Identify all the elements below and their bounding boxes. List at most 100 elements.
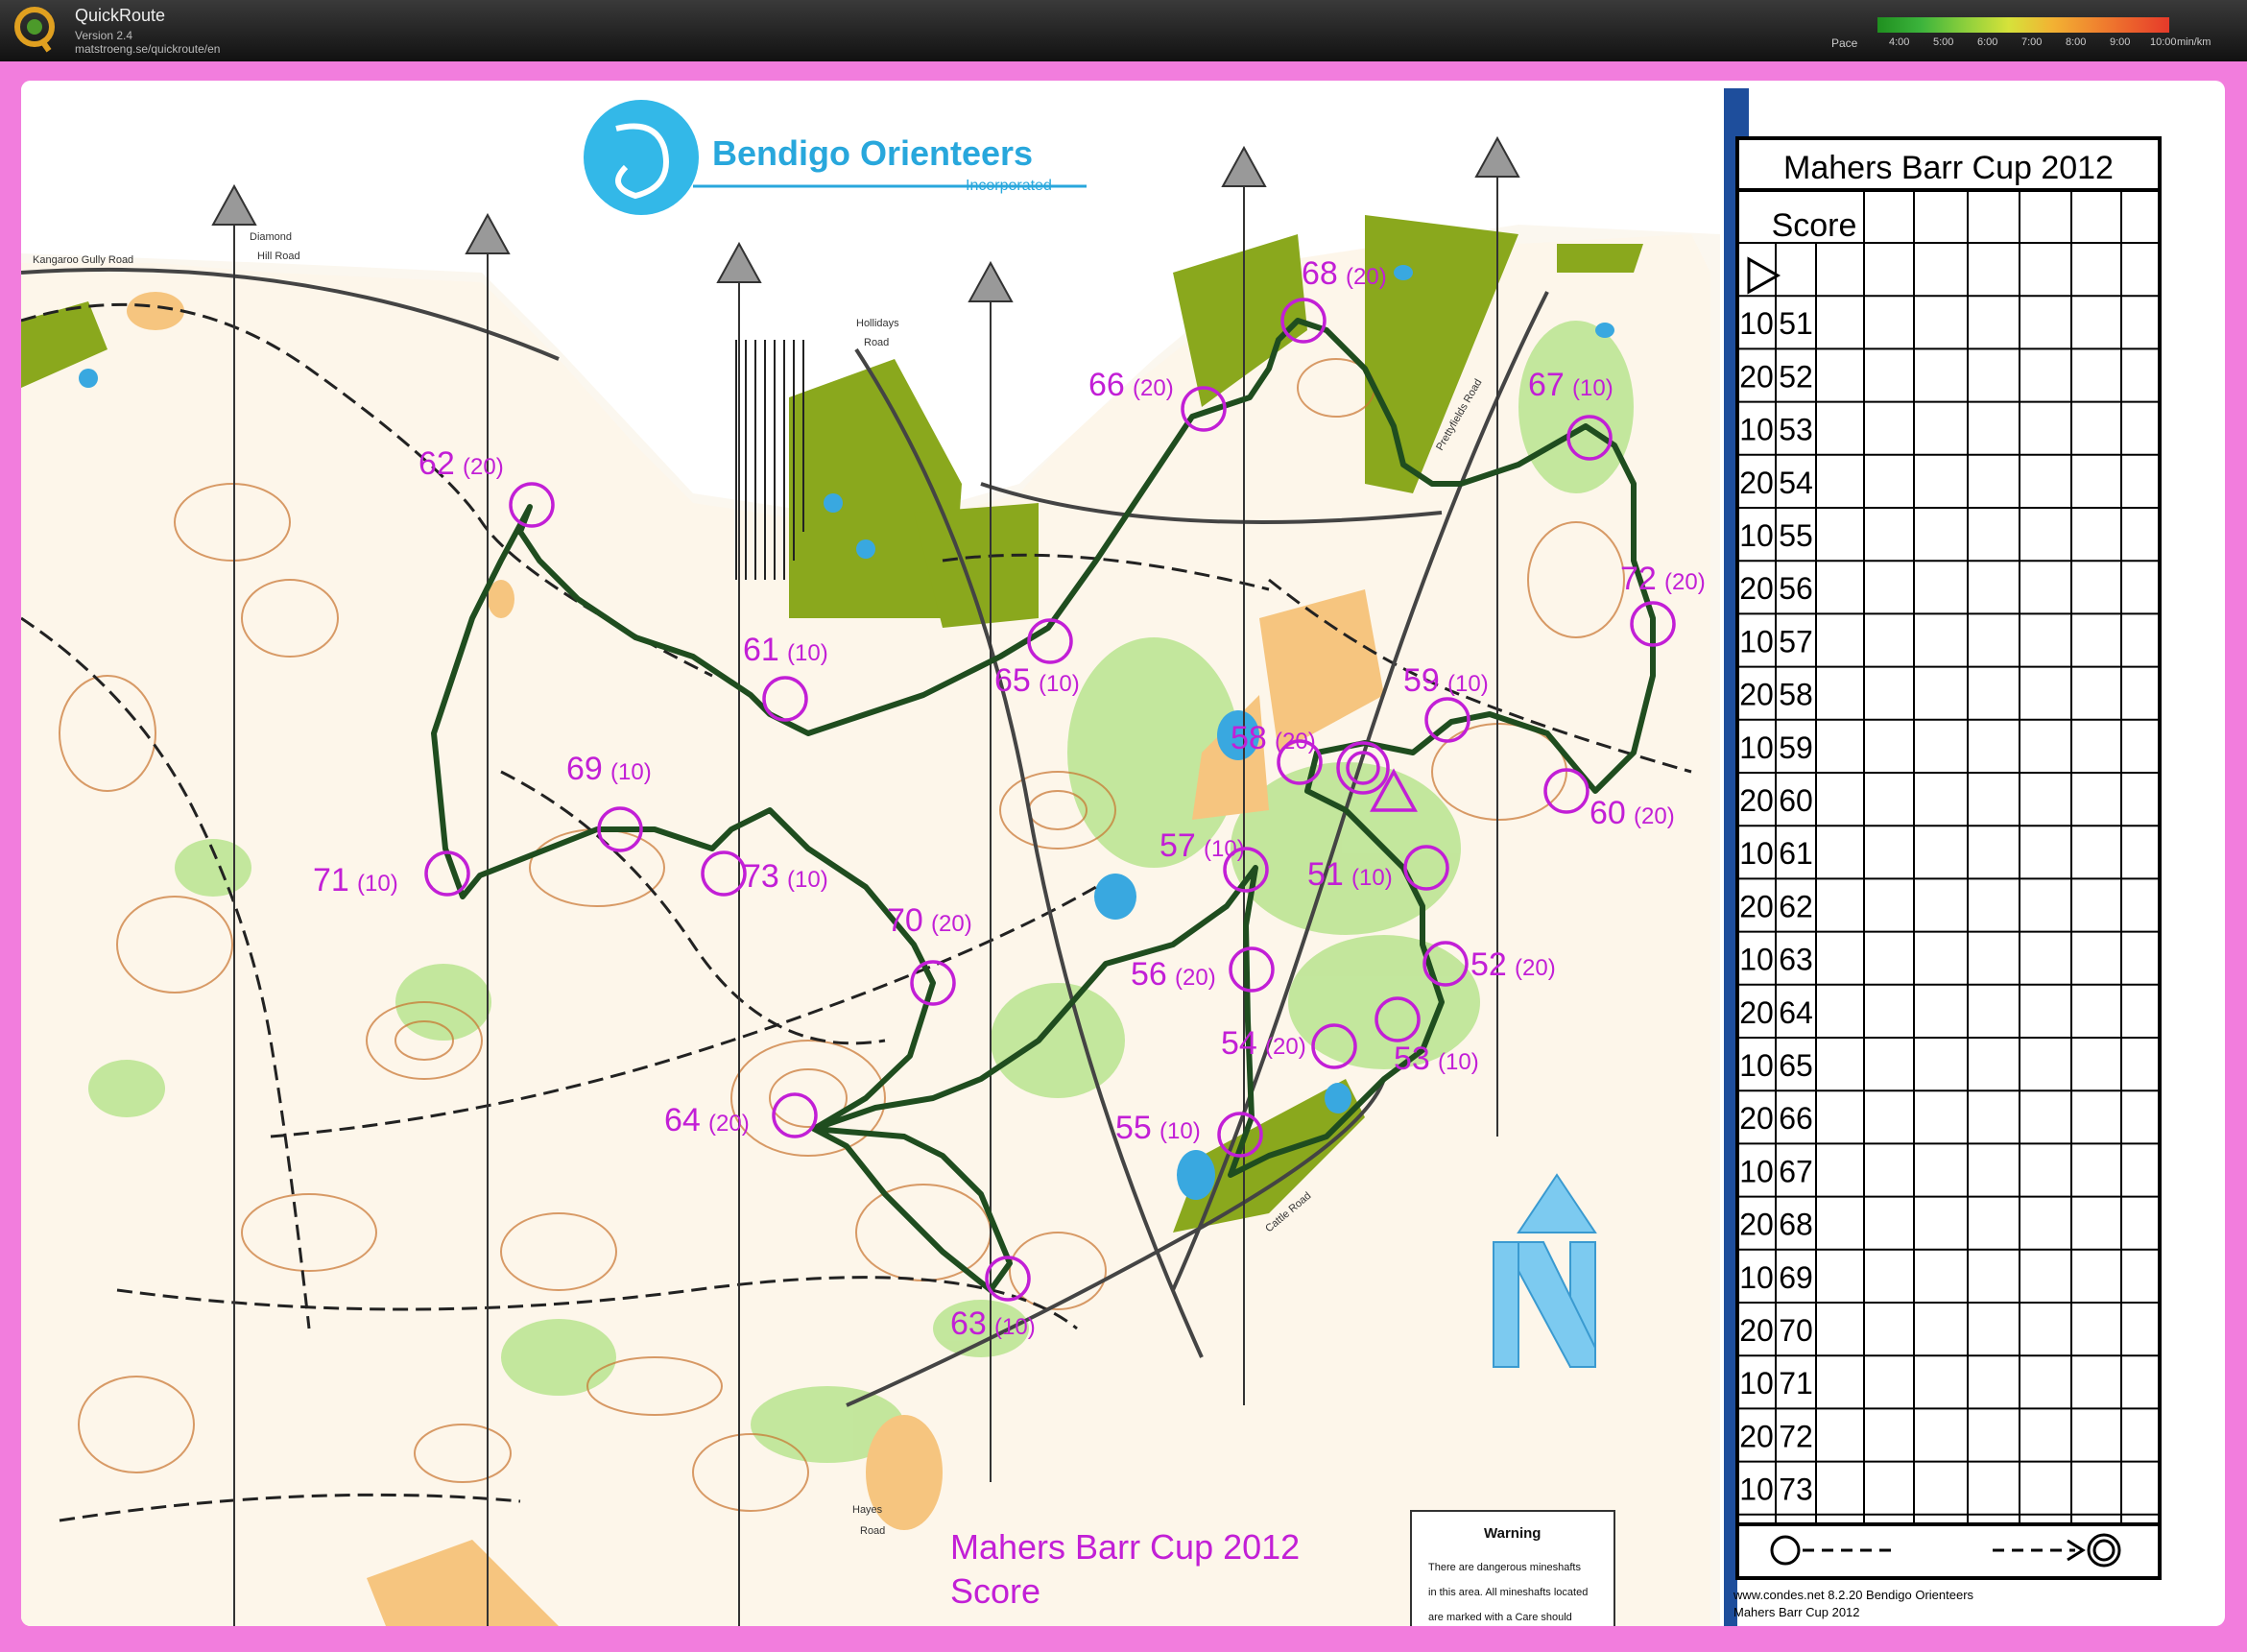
- app-title: QuickRoute: [75, 6, 165, 26]
- control-points: (10): [787, 640, 828, 666]
- pace-tick: 5:00: [1933, 36, 1953, 48]
- card-control-code: 70: [1779, 1313, 1813, 1348]
- card-control-code: 61: [1779, 836, 1813, 871]
- road-label-hayes: Road: [860, 1525, 885, 1537]
- card-points: 10: [1739, 1260, 1774, 1295]
- card-control-code: 51: [1779, 306, 1813, 341]
- card-control-code: 65: [1779, 1048, 1813, 1083]
- card-control-code: 55: [1779, 518, 1813, 553]
- control-points: (10): [1039, 671, 1080, 697]
- card-control-code: 59: [1779, 730, 1813, 765]
- control-points: (10): [1447, 671, 1489, 697]
- card-points: 20: [1739, 359, 1774, 394]
- control-points: (20): [1664, 569, 1706, 595]
- warning-text: are marked with a Care should: [1428, 1612, 1572, 1623]
- card-control-code: 73: [1779, 1472, 1813, 1507]
- control-points: (10): [357, 871, 398, 897]
- control-points: (10): [1572, 375, 1614, 401]
- control-code: 61: [743, 632, 779, 668]
- control-points: (20): [1634, 803, 1675, 829]
- pace-color-scale: [1877, 17, 2169, 33]
- seahorse-logo-icon: [584, 100, 699, 215]
- card-control-code: 54: [1779, 466, 1813, 500]
- card-points: 20: [1739, 466, 1774, 500]
- card-control-code: 64: [1779, 995, 1813, 1030]
- control-code: 69: [566, 751, 603, 787]
- control-code: 63: [950, 1305, 987, 1342]
- card-control-code: 58: [1779, 678, 1813, 712]
- control-points: (10): [1204, 836, 1245, 862]
- score-card: Mahers Barr Cup 2012 Score 1051205210532…: [1724, 88, 2160, 1626]
- control-code: 66: [1088, 367, 1125, 403]
- road-label-kangaroo: Kangaroo Gully Road: [33, 254, 133, 266]
- control-code: 65: [994, 662, 1031, 699]
- card-control-code: 52: [1779, 359, 1813, 394]
- map-subtitle: Score: [950, 1571, 1040, 1611]
- orienteering-map[interactable]: 51 (10) 52 (20) 53 (10) 54 (20) 55 (10) 56 (20…: [21, 81, 2225, 1626]
- card-points: 10: [1739, 624, 1774, 658]
- card-control-code: 56: [1779, 571, 1813, 606]
- control-code: 73: [743, 858, 779, 895]
- card-points: 10: [1739, 413, 1774, 447]
- pace-tick: 8:00: [2066, 36, 2086, 48]
- control-points: (10): [610, 759, 652, 785]
- card-points: 10: [1739, 1154, 1774, 1188]
- card-control-code: 62: [1779, 889, 1813, 923]
- app-version: Version 2.4: [75, 29, 132, 42]
- pace-tick: 10:00: [2150, 36, 2177, 48]
- control-code: 67: [1528, 367, 1565, 403]
- control-points: (20): [1515, 955, 1556, 981]
- road-label-hollidays: Hollidays: [856, 318, 899, 329]
- control-code: 64: [664, 1102, 701, 1138]
- card-points: 10: [1739, 1048, 1774, 1083]
- road-label-hayes: Hayes: [852, 1504, 883, 1516]
- card-points: 20: [1739, 1419, 1774, 1453]
- control-points: (20): [1175, 965, 1216, 991]
- control-code: 56: [1131, 956, 1167, 993]
- card-points: 10: [1739, 1366, 1774, 1401]
- warning-text: There are dangerous mineshafts: [1428, 1562, 1581, 1573]
- card-control-code: 72: [1779, 1419, 1813, 1453]
- card-control-code: 69: [1779, 1260, 1813, 1295]
- control-code: 59: [1403, 662, 1440, 699]
- control-points: (20): [463, 454, 504, 480]
- road-label-diamond: Diamond: [250, 231, 292, 243]
- control-code: 62: [418, 445, 455, 482]
- warning-box: Warning There are dangerous mineshafts i…: [1411, 1511, 1614, 1626]
- card-points: 10: [1739, 943, 1774, 977]
- control-code: 60: [1590, 795, 1626, 831]
- control-points: (20): [1265, 1034, 1306, 1060]
- pace-tick: 4:00: [1889, 36, 1909, 48]
- card-points: 10: [1739, 730, 1774, 765]
- card-control-code: 67: [1779, 1154, 1813, 1188]
- pace-unit: min/km: [2177, 36, 2211, 48]
- card-control-code: 60: [1779, 783, 1813, 818]
- control-code: 53: [1394, 1041, 1430, 1077]
- card-control-code: 63: [1779, 943, 1813, 977]
- card-control-code: 53: [1779, 413, 1813, 447]
- card-points: 20: [1739, 995, 1774, 1030]
- control-points: (10): [994, 1314, 1036, 1340]
- title-bar: QuickRoute Version 2.4 matstroeng.se/qui…: [0, 0, 2247, 61]
- pace-label: Pace: [1831, 36, 1857, 50]
- card-points: 20: [1739, 571, 1774, 606]
- map-canvas[interactable]: 51 (10) 52 (20) 53 (10) 54 (20) 55 (10) 56 (20…: [21, 81, 2225, 1626]
- control-code: 57: [1159, 827, 1196, 864]
- card-points: 10: [1739, 306, 1774, 341]
- card-control-code: 57: [1779, 624, 1813, 658]
- card-points: 10: [1739, 1472, 1774, 1507]
- quickroute-logo-icon: [13, 6, 58, 54]
- card-points: 20: [1739, 678, 1774, 712]
- control-points: (10): [1351, 865, 1393, 891]
- control-code: 70: [887, 902, 923, 939]
- pace-tick: 6:00: [1977, 36, 1997, 48]
- card-title: Mahers Barr Cup 2012: [1783, 150, 2114, 186]
- card-footer: Mahers Barr Cup 2012: [1733, 1605, 1860, 1619]
- card-control-code: 66: [1779, 1101, 1813, 1136]
- control-code: 52: [1470, 946, 1507, 983]
- map-title: Mahers Barr Cup 2012: [950, 1527, 1300, 1567]
- card-points: 10: [1739, 836, 1774, 871]
- card-points: 20: [1739, 889, 1774, 923]
- road-label-diamond: Hill Road: [257, 251, 300, 262]
- card-footer: www.condes.net 8.2.20 Bendigo Orienteers: [1733, 1588, 1974, 1602]
